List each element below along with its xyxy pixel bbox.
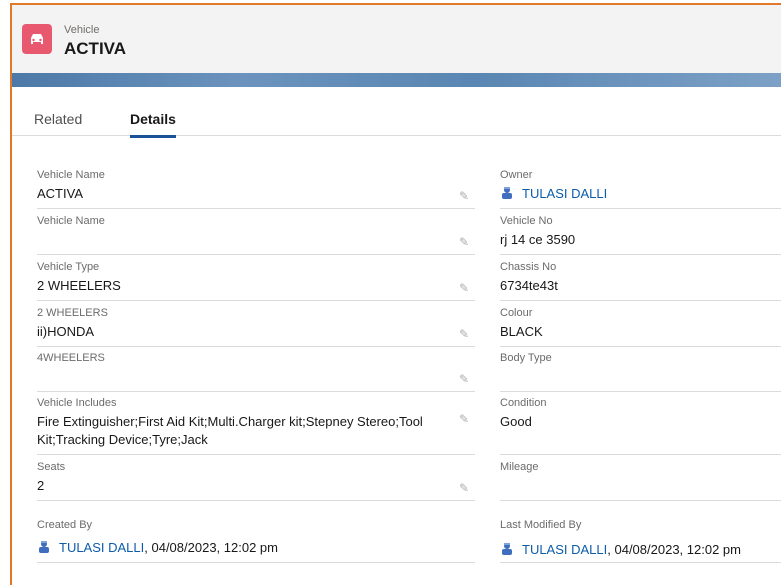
field-condition: Condition Good [500, 397, 781, 455]
edit-pencil-icon[interactable]: ✎ [459, 413, 471, 425]
field-2-wheelers: 2 WHEELERS ii)HONDA ✎ [37, 307, 475, 347]
edit-pencil-icon[interactable]: ✎ [459, 482, 471, 494]
field-4wheelers: 4WHEELERS ✎ [37, 352, 475, 392]
field-value: TULASI DALLI [500, 185, 607, 203]
owner-link[interactable]: TULASI DALLI [522, 186, 607, 201]
field-value: Fire Extinguisher;First Aid Kit;Multi.Ch… [37, 414, 423, 447]
field-vehicle-name: Vehicle Name ACTIVA ✎ [37, 169, 475, 209]
car-icon [22, 24, 52, 54]
field-label: Vehicle Includes [37, 397, 117, 409]
user-icon [502, 187, 512, 199]
field-label: Body Type [500, 352, 552, 364]
record-title: ACTIVA [64, 39, 127, 58]
tab-related[interactable]: Related [34, 111, 82, 135]
field-mileage: Mileage [500, 461, 781, 501]
edit-pencil-icon[interactable]: ✎ [459, 190, 471, 202]
field-chassis-no: Chassis No 6734te43t [500, 261, 781, 301]
object-type-label: Vehicle [64, 24, 100, 36]
field-value: BLACK [500, 324, 543, 339]
field-label: Seats [37, 461, 66, 473]
created-by-user-link[interactable]: TULASI DALLI [59, 540, 144, 555]
field-owner: Owner TULASI DALLI [500, 169, 781, 209]
record-header: Vehicle ACTIVA [12, 5, 781, 74]
field-label: Vehicle Name [37, 169, 105, 181]
field-value: ACTIVA [37, 186, 83, 201]
modified-datetime: , 04/08/2023, 12:02 pm [607, 542, 741, 557]
field-label: Vehicle Name [37, 215, 105, 227]
field-value: 2 [37, 478, 45, 493]
header-band [12, 73, 781, 87]
edit-pencil-icon[interactable]: ✎ [459, 282, 471, 294]
tab-bar: Related Details [12, 101, 781, 138]
edit-pencil-icon[interactable]: ✎ [459, 373, 471, 385]
field-value: TULASI DALLI, 04/08/2023, 12:02 pm [500, 541, 741, 559]
field-value: Good [500, 414, 532, 429]
field-value: 6734te43t [500, 278, 558, 293]
field-vehicle-no: Vehicle No rj 14 ce 3590 [500, 215, 781, 255]
field-seats: Seats 2 ✎ [37, 461, 475, 501]
field-value: TULASI DALLI, 04/08/2023, 12:02 pm [37, 539, 278, 557]
field-label: Last Modified By [500, 519, 582, 531]
record-page: Vehicle ACTIVA Related Details Vehicle N… [10, 3, 781, 585]
field-vehicle-type: Vehicle Type 2 WHEELERS ✎ [37, 261, 475, 301]
user-icon [502, 543, 512, 555]
edit-pencil-icon[interactable]: ✎ [459, 328, 471, 340]
field-value: ii)HONDA [37, 324, 95, 339]
field-vehicle-name-2: Vehicle Name ✎ [37, 215, 475, 255]
field-label: 2 WHEELERS [37, 307, 108, 319]
field-label: 4WHEELERS [37, 352, 105, 364]
field-label: Colour [500, 307, 533, 319]
field-label: Vehicle Type [37, 261, 100, 273]
tab-details[interactable]: Details [130, 111, 176, 138]
field-label: Owner [500, 169, 533, 181]
field-last-modified-by: Last Modified By TULASI DALLI, 04/08/202… [500, 519, 781, 563]
user-icon [39, 541, 49, 553]
field-body-type: Body Type [500, 352, 781, 392]
field-value: rj 14 ce 3590 [500, 232, 576, 247]
field-label: Created By [37, 519, 93, 531]
created-datetime: , 04/08/2023, 12:02 pm [144, 540, 278, 555]
modified-by-user-link[interactable]: TULASI DALLI [522, 542, 607, 557]
field-vehicle-includes: Vehicle Includes Fire Extinguisher;First… [37, 397, 475, 455]
field-label: Mileage [500, 461, 539, 473]
field-value: 2 WHEELERS [37, 278, 121, 293]
edit-pencil-icon[interactable]: ✎ [459, 236, 471, 248]
field-colour: Colour BLACK [500, 307, 781, 347]
field-label: Condition [500, 397, 547, 409]
field-label: Chassis No [500, 261, 557, 273]
field-created-by: Created By TULASI DALLI, 04/08/2023, 12:… [37, 519, 475, 563]
field-label: Vehicle No [500, 215, 553, 227]
